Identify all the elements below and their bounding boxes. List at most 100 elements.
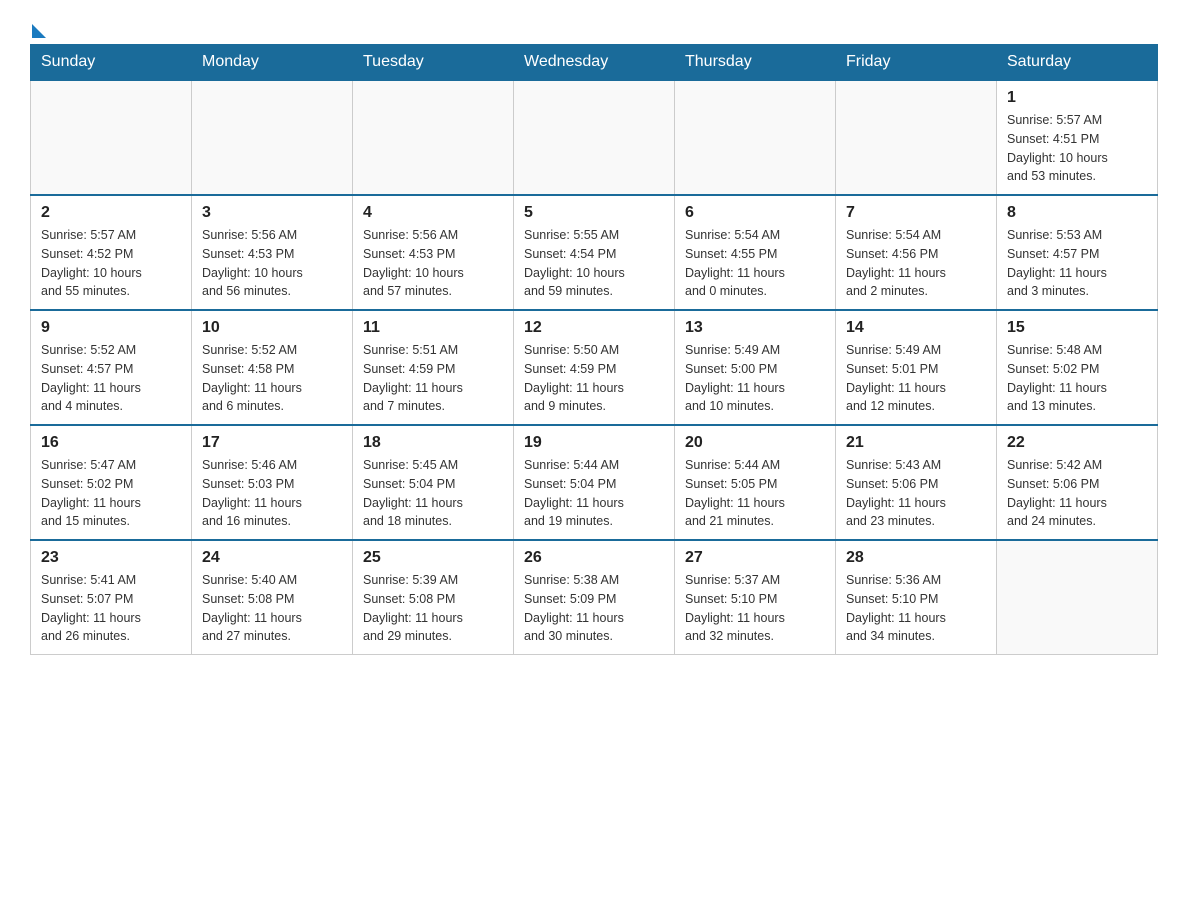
day-info: Sunrise: 5:49 AM Sunset: 5:01 PM Dayligh… [846,341,986,416]
day-of-week-header: Monday [192,45,353,81]
day-number: 14 [846,319,986,337]
calendar-cell: 25 Sunrise: 5:39 AM Sunset: 5:08 PM Dayli… [353,540,514,655]
calendar-cell: 21Sunrise: 5:43 AM Sunset: 5:06 PM Dayli… [836,425,997,540]
calendar-cell [353,80,514,195]
day-number: 1 [1007,89,1147,107]
day-number: 11 [363,319,503,337]
calendar-cell: 19 Sunrise: 5:44 AM Sunset: 5:04 PM Dayli… [514,425,675,540]
calendar-cell: 13 Sunrise: 5:49 AM Sunset: 5:00 PM Dayli… [675,310,836,425]
day-number: 8 [1007,204,1147,222]
calendar-cell: 26Sunrise: 5:38 AM Sunset: 5:09 PM Dayli… [514,540,675,655]
day-info: Sunrise: 5:54 AM Sunset: 4:55 PM Dayligh… [685,226,825,301]
calendar-cell [31,80,192,195]
calendar-cell: 17 Sunrise: 5:46 AM Sunset: 5:03 PM Dayli… [192,425,353,540]
calendar-week-row: 9 Sunrise: 5:52 AM Sunset: 4:57 PM Daylig… [31,310,1158,425]
page-header [30,20,1158,34]
calendar-cell: 4 Sunrise: 5:56 AM Sunset: 4:53 PM Daylig… [353,195,514,310]
logo [30,20,46,34]
day-number: 25 [363,549,503,567]
day-of-week-header: Saturday [997,45,1158,81]
calendar-week-row: 23 Sunrise: 5:41 AM Sunset: 5:07 PM Dayli… [31,540,1158,655]
calendar-cell: 20 Sunrise: 5:44 AM Sunset: 5:05 PM Dayli… [675,425,836,540]
day-info: Sunrise: 5:52 AM Sunset: 4:58 PM Dayligh… [202,341,342,416]
day-info: Sunrise: 5:56 AM Sunset: 4:53 PM Dayligh… [363,226,503,301]
day-number: 4 [363,204,503,222]
day-info: Sunrise: 5:36 AM Sunset: 5:10 PM Dayligh… [846,571,986,646]
calendar-cell [675,80,836,195]
day-number: 3 [202,204,342,222]
day-of-week-header: Sunday [31,45,192,81]
calendar-cell: 27 Sunrise: 5:37 AM Sunset: 5:10 PM Dayli… [675,540,836,655]
calendar-cell: 24 Sunrise: 5:40 AM Sunset: 5:08 PM Dayli… [192,540,353,655]
day-info: Sunrise: 5:42 AM Sunset: 5:06 PM Dayligh… [1007,456,1147,531]
calendar-cell: 28Sunrise: 5:36 AM Sunset: 5:10 PM Dayli… [836,540,997,655]
day-info: Sunrise: 5:49 AM Sunset: 5:00 PM Dayligh… [685,341,825,416]
day-number: 23 [41,549,181,567]
day-info: Sunrise: 5:43 AM Sunset: 5:06 PM Dayligh… [846,456,986,531]
day-number: 9 [41,319,181,337]
calendar-cell: 11 Sunrise: 5:51 AM Sunset: 4:59 PM Dayli… [353,310,514,425]
logo-arrow-icon [32,24,46,38]
calendar-cell: 22 Sunrise: 5:42 AM Sunset: 5:06 PM Dayli… [997,425,1158,540]
calendar-week-row: 2 Sunrise: 5:57 AM Sunset: 4:52 PM Daylig… [31,195,1158,310]
day-number: 2 [41,204,181,222]
day-number: 7 [846,204,986,222]
day-info: Sunrise: 5:45 AM Sunset: 5:04 PM Dayligh… [363,456,503,531]
calendar-cell: 1 Sunrise: 5:57 AM Sunset: 4:51 PM Daylig… [997,80,1158,195]
calendar-cell: 2 Sunrise: 5:57 AM Sunset: 4:52 PM Daylig… [31,195,192,310]
day-info: Sunrise: 5:37 AM Sunset: 5:10 PM Dayligh… [685,571,825,646]
day-number: 22 [1007,434,1147,452]
day-number: 15 [1007,319,1147,337]
calendar-cell: 18 Sunrise: 5:45 AM Sunset: 5:04 PM Dayli… [353,425,514,540]
day-info: Sunrise: 5:39 AM Sunset: 5:08 PM Dayligh… [363,571,503,646]
day-number: 20 [685,434,825,452]
day-info: Sunrise: 5:56 AM Sunset: 4:53 PM Dayligh… [202,226,342,301]
day-info: Sunrise: 5:46 AM Sunset: 5:03 PM Dayligh… [202,456,342,531]
day-number: 13 [685,319,825,337]
day-info: Sunrise: 5:41 AM Sunset: 5:07 PM Dayligh… [41,571,181,646]
calendar-header-row: SundayMondayTuesdayWednesdayThursdayFrid… [31,45,1158,81]
day-of-week-header: Thursday [675,45,836,81]
calendar-cell: 10 Sunrise: 5:52 AM Sunset: 4:58 PM Dayli… [192,310,353,425]
calendar-cell: 7 Sunrise: 5:54 AM Sunset: 4:56 PM Daylig… [836,195,997,310]
calendar-cell: 5 Sunrise: 5:55 AM Sunset: 4:54 PM Daylig… [514,195,675,310]
day-info: Sunrise: 5:54 AM Sunset: 4:56 PM Dayligh… [846,226,986,301]
calendar-cell [836,80,997,195]
day-of-week-header: Wednesday [514,45,675,81]
calendar-cell: 16 Sunrise: 5:47 AM Sunset: 5:02 PM Dayli… [31,425,192,540]
calendar-week-row: 1 Sunrise: 5:57 AM Sunset: 4:51 PM Daylig… [31,80,1158,195]
calendar-week-row: 16 Sunrise: 5:47 AM Sunset: 5:02 PM Dayli… [31,425,1158,540]
calendar-cell: 6 Sunrise: 5:54 AM Sunset: 4:55 PM Daylig… [675,195,836,310]
calendar-cell: 9 Sunrise: 5:52 AM Sunset: 4:57 PM Daylig… [31,310,192,425]
day-info: Sunrise: 5:40 AM Sunset: 5:08 PM Dayligh… [202,571,342,646]
day-number: 16 [41,434,181,452]
day-info: Sunrise: 5:52 AM Sunset: 4:57 PM Dayligh… [41,341,181,416]
day-info: Sunrise: 5:48 AM Sunset: 5:02 PM Dayligh… [1007,341,1147,416]
calendar-cell: 3 Sunrise: 5:56 AM Sunset: 4:53 PM Daylig… [192,195,353,310]
day-number: 27 [685,549,825,567]
day-number: 5 [524,204,664,222]
day-info: Sunrise: 5:57 AM Sunset: 4:52 PM Dayligh… [41,226,181,301]
calendar-cell: 12Sunrise: 5:50 AM Sunset: 4:59 PM Dayli… [514,310,675,425]
day-info: Sunrise: 5:55 AM Sunset: 4:54 PM Dayligh… [524,226,664,301]
day-info: Sunrise: 5:57 AM Sunset: 4:51 PM Dayligh… [1007,111,1147,186]
day-info: Sunrise: 5:47 AM Sunset: 5:02 PM Dayligh… [41,456,181,531]
day-info: Sunrise: 5:44 AM Sunset: 5:04 PM Dayligh… [524,456,664,531]
calendar-cell: 23 Sunrise: 5:41 AM Sunset: 5:07 PM Dayli… [31,540,192,655]
day-info: Sunrise: 5:44 AM Sunset: 5:05 PM Dayligh… [685,456,825,531]
day-info: Sunrise: 5:38 AM Sunset: 5:09 PM Dayligh… [524,571,664,646]
day-number: 6 [685,204,825,222]
day-of-week-header: Friday [836,45,997,81]
calendar-cell: 8 Sunrise: 5:53 AM Sunset: 4:57 PM Daylig… [997,195,1158,310]
day-number: 24 [202,549,342,567]
day-info: Sunrise: 5:51 AM Sunset: 4:59 PM Dayligh… [363,341,503,416]
calendar-cell: 15 Sunrise: 5:48 AM Sunset: 5:02 PM Dayli… [997,310,1158,425]
day-number: 19 [524,434,664,452]
day-number: 10 [202,319,342,337]
day-number: 18 [363,434,503,452]
day-info: Sunrise: 5:50 AM Sunset: 4:59 PM Dayligh… [524,341,664,416]
day-number: 17 [202,434,342,452]
calendar-cell [997,540,1158,655]
calendar-cell [192,80,353,195]
day-info: Sunrise: 5:53 AM Sunset: 4:57 PM Dayligh… [1007,226,1147,301]
